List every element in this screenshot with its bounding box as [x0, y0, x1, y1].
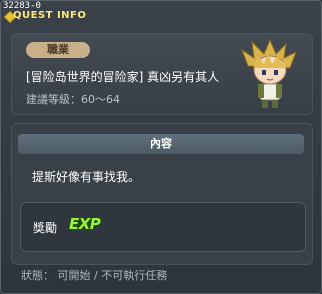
content-panel: 內容 提斯好像有事找我。 獎勵 EXP — [11, 123, 313, 265]
quest-level-range: 建議等級：60～64 — [26, 93, 120, 106]
quest-status: 狀態： 可開始 / 不可執行任務 — [21, 269, 168, 282]
quest-title: [冒险岛世界的冒险家] 真凶另有其人 — [26, 70, 220, 84]
exp-icon[interactable]: EXP — [69, 215, 101, 233]
quest-info-window: 32283-0 QUEST INFO 職業 [冒险岛世界的冒险家] 真凶另有其人… — [0, 0, 322, 294]
reward-panel: 獎勵 EXP — [20, 202, 306, 252]
content-header: 內容 — [18, 134, 304, 154]
window-title: QUEST INFO — [13, 10, 87, 21]
npc-portrait-icon — [240, 38, 297, 108]
title-bar[interactable]: QUEST INFO — [1, 10, 121, 26]
job-badge: 職業 — [26, 42, 90, 58]
content-description: 提斯好像有事找我。 — [32, 170, 141, 184]
quest-summary-panel: 職業 [冒险岛世界的冒险家] 真凶另有其人 建議等級：60～64 — [11, 33, 313, 115]
reward-label: 獎勵 — [33, 221, 58, 235]
